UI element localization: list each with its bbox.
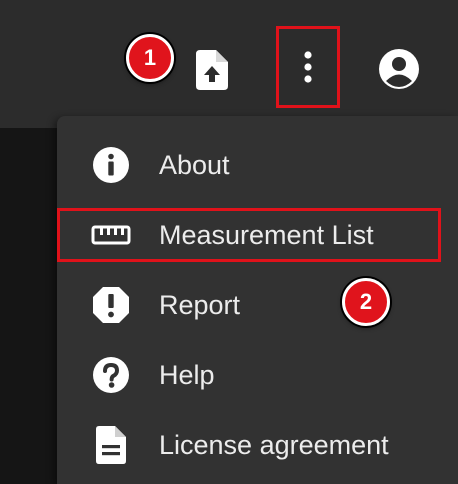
menu-item-label: Measurement List	[159, 219, 374, 250]
menu-item-label: Report	[159, 289, 241, 320]
menu-item-label: About	[159, 149, 230, 180]
menu-item-label: Help	[159, 359, 215, 390]
upload-file-button[interactable]	[190, 46, 234, 94]
overflow-menu: About Measurement List Report Help Licen…	[57, 116, 458, 484]
step-2-marker: 2	[342, 278, 390, 326]
help-icon	[91, 355, 131, 395]
account-button[interactable]	[374, 44, 424, 94]
menu-item-help[interactable]: Help	[57, 340, 447, 410]
ruler-icon	[91, 215, 131, 255]
menu-item-label: License agreement	[159, 429, 389, 460]
menu-item-license-agreement[interactable]: License agreement	[57, 410, 447, 480]
more-options-button[interactable]	[276, 26, 340, 108]
info-icon	[91, 145, 131, 185]
report-icon	[91, 285, 131, 325]
menu-item-about[interactable]: About	[57, 130, 447, 200]
menu-item-measurement-list[interactable]: Measurement List	[57, 200, 447, 270]
more-vertical-icon	[304, 51, 312, 83]
document-icon	[91, 425, 131, 465]
account-circle-icon	[379, 49, 419, 89]
file-upload-icon	[196, 50, 228, 90]
step-1-marker: 1	[126, 34, 174, 82]
top-toolbar	[0, 0, 458, 128]
